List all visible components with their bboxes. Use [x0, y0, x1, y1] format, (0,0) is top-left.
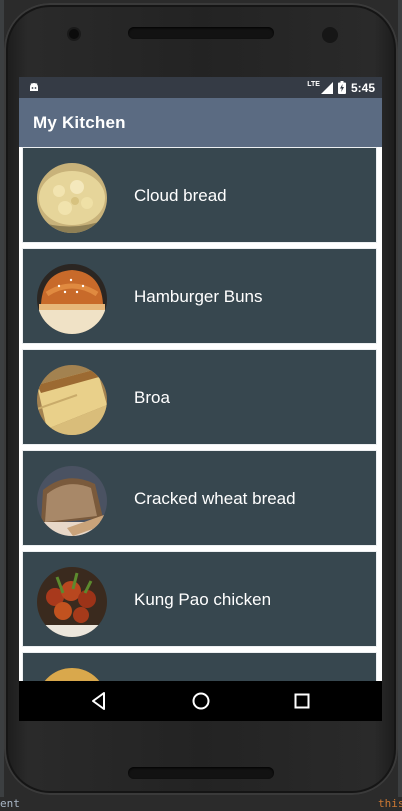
recipe-name: Hamburger Buns — [134, 287, 263, 306]
recipe-thumbnail — [37, 365, 107, 435]
back-icon[interactable] — [87, 689, 111, 713]
battery-charging-icon — [337, 81, 346, 94]
recipe-list[interactable]: Cloud bread Hamburger Buns Broa Cracked … — [19, 147, 382, 681]
ide-gutter-right — [398, 0, 402, 797]
ide-code-left: ent — [0, 797, 20, 810]
front-camera-icon — [69, 29, 79, 39]
android-notification-icon — [30, 83, 38, 91]
recipe-card[interactable]: Kung Pao chicken — [22, 551, 377, 647]
signal-icon — [320, 81, 333, 94]
recipe-thumbnail — [37, 466, 107, 536]
bottom-speaker — [128, 767, 274, 779]
app-title: My Kitchen — [33, 113, 126, 132]
network-type-label: LTE — [307, 81, 320, 88]
recipe-name: Kung Pao chicken — [134, 590, 272, 609]
ide-code-right: this — [378, 797, 402, 810]
ide-code-strip: ent this — [0, 797, 402, 811]
status-time: 5:45 — [350, 80, 375, 95]
navigation-bar — [19, 681, 382, 721]
home-icon[interactable] — [189, 689, 213, 713]
recipe-name: Broa — [134, 388, 170, 407]
recipe-card[interactable]: Broa — [22, 349, 377, 445]
recipe-card[interactable]: Cloud bread — [22, 147, 377, 243]
recipe-name: Cracked wheat bread — [134, 489, 296, 508]
app-bar: My Kitchen — [19, 98, 382, 147]
recipe-thumbnail — [37, 264, 107, 334]
earpiece-speaker — [128, 27, 274, 39]
proximity-sensor — [322, 27, 338, 43]
recipe-thumbnail — [37, 668, 107, 681]
recents-icon[interactable] — [290, 689, 314, 713]
recipe-thumbnail — [37, 567, 107, 637]
device-screen: LTE 5:45 My Kitchen Cloud bread Hamburge… — [19, 77, 382, 721]
recipe-card[interactable]: Cracked wheat bread — [22, 450, 377, 546]
status-bar: LTE 5:45 — [19, 77, 382, 98]
recipe-card[interactable] — [22, 652, 377, 681]
recipe-name: Cloud bread — [134, 186, 227, 205]
recipe-card[interactable]: Hamburger Buns — [22, 248, 377, 344]
recipe-thumbnail — [37, 163, 107, 233]
